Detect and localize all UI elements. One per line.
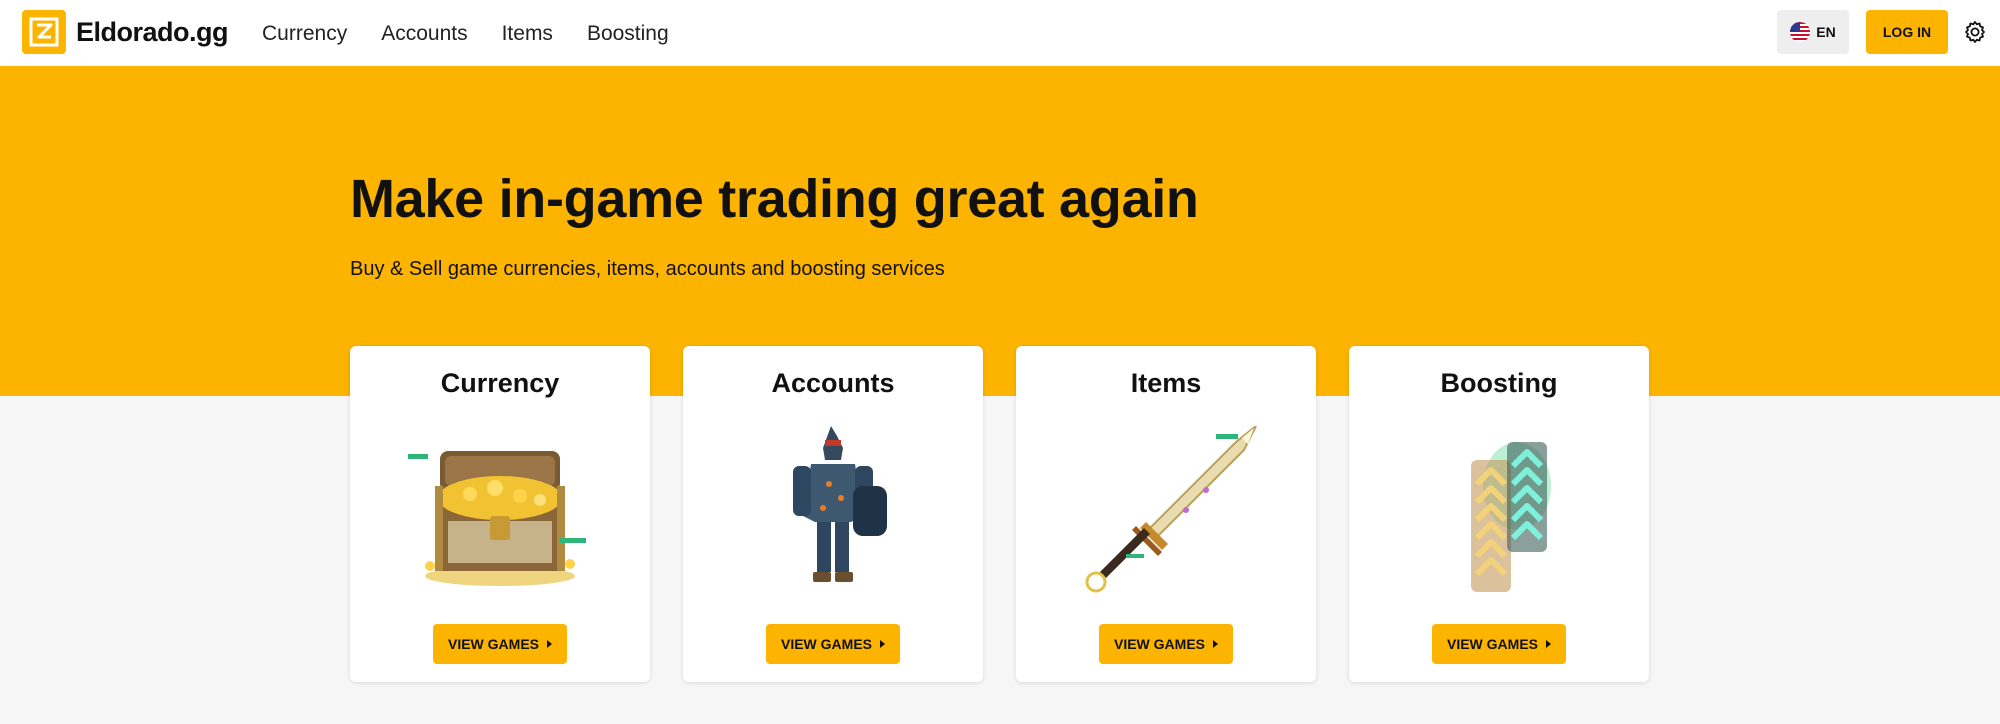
caret-right-icon bbox=[1546, 640, 1551, 648]
category-card-items[interactable]: Items VIEW GAMES bbox=[1016, 346, 1316, 682]
view-games-button[interactable]: VIEW GAMES bbox=[1099, 624, 1233, 664]
view-games-label: VIEW GAMES bbox=[1446, 636, 1538, 652]
view-games-label: VIEW GAMES bbox=[1113, 636, 1205, 652]
nav-item-accounts[interactable]: Accounts bbox=[381, 22, 467, 46]
card-title: Boosting bbox=[1440, 368, 1558, 398]
nav-item-items[interactable]: Items bbox=[502, 22, 553, 46]
us-flag-icon bbox=[1790, 22, 1811, 42]
logo-icon bbox=[22, 10, 66, 54]
hero-subtitle: Buy & Sell game currencies, items, accou… bbox=[350, 258, 945, 280]
nav-item-currency[interactable]: Currency bbox=[262, 22, 347, 46]
language-selector[interactable]: EN bbox=[1777, 10, 1849, 54]
armored-knight-illustration bbox=[733, 426, 933, 596]
card-title: Accounts bbox=[771, 368, 895, 398]
view-games-button[interactable]: VIEW GAMES bbox=[433, 624, 567, 664]
sword-illustration bbox=[1066, 425, 1266, 596]
gear-icon[interactable] bbox=[1963, 20, 1987, 44]
rank-chevrons-illustration bbox=[1399, 426, 1599, 596]
card-title: Currency bbox=[440, 368, 560, 398]
category-card-currency[interactable]: Currency VIEW GAMES bbox=[350, 346, 650, 682]
brand-name: Eldorado.gg bbox=[76, 16, 229, 47]
view-games-label: VIEW GAMES bbox=[447, 636, 539, 652]
view-games-button[interactable]: VIEW GAMES bbox=[1432, 624, 1566, 664]
hero-title: Make in-game trading great again bbox=[350, 169, 1199, 229]
language-label: EN bbox=[1816, 24, 1836, 40]
category-card-accounts[interactable]: Accounts VIEW GAMES bbox=[683, 346, 983, 682]
caret-right-icon bbox=[880, 640, 885, 648]
logo-link[interactable]: Eldorado.gg bbox=[22, 10, 229, 54]
nav-item-boosting[interactable]: Boosting bbox=[587, 22, 669, 46]
treasure-chest-illustration bbox=[400, 426, 600, 596]
view-games-button[interactable]: VIEW GAMES bbox=[766, 624, 900, 664]
login-button[interactable]: LOG IN bbox=[1866, 10, 1948, 54]
hero-banner bbox=[0, 66, 2000, 396]
caret-right-icon bbox=[547, 640, 552, 648]
main-nav: Currency Accounts Items Boosting bbox=[262, 22, 703, 46]
card-title: Items bbox=[1130, 368, 1202, 398]
caret-right-icon bbox=[1213, 640, 1218, 648]
top-header: Eldorado.gg Currency Accounts Items Boos… bbox=[0, 0, 2000, 66]
category-card-boosting[interactable]: Boosting VIEW GAMES bbox=[1349, 346, 1649, 682]
view-games-label: VIEW GAMES bbox=[780, 636, 872, 652]
